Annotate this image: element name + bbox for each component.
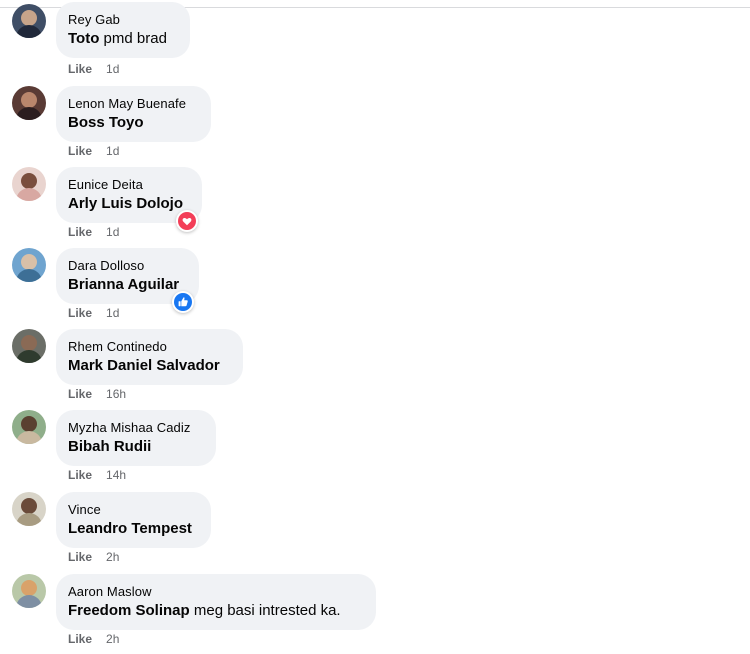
comment-author[interactable]: Aaron Maslow: [68, 584, 364, 600]
comment-item: Vince Leandro Tempest Like 2h: [10, 492, 730, 572]
comment-meta: Like 2h: [68, 631, 119, 647]
mention-link[interactable]: Brianna Aguilar: [68, 276, 179, 293]
comment-meta: Like 1d: [68, 224, 119, 240]
mention-link[interactable]: Mark Daniel Salvador: [68, 357, 220, 374]
comment-text: Brianna Aguilar: [68, 274, 187, 296]
like-button[interactable]: Like: [68, 550, 92, 564]
mention-link[interactable]: Boss Toyo: [68, 114, 144, 131]
comment-item: Dara Dolloso Brianna Aguilar Like 1d: [10, 248, 730, 328]
avatar[interactable]: [12, 574, 46, 608]
like-button[interactable]: Like: [68, 632, 92, 646]
like-reaction-icon[interactable]: [172, 291, 194, 313]
avatar[interactable]: [12, 410, 46, 444]
comment-time[interactable]: 16h: [106, 387, 126, 401]
comment-meta: Like 1d: [68, 143, 119, 159]
comment-bubble: Myzha Mishaa Cadiz Bibah Rudii: [56, 410, 216, 466]
avatar[interactable]: [12, 4, 46, 38]
comment-author[interactable]: Lenon May Buenafe: [68, 96, 199, 112]
like-button[interactable]: Like: [68, 468, 92, 482]
comment-author[interactable]: Dara Dolloso: [68, 258, 187, 274]
comment-body: pmd brad: [99, 30, 167, 47]
comment-meta: Like 1d: [68, 61, 119, 77]
avatar[interactable]: [12, 329, 46, 363]
mention-link[interactable]: Toto: [68, 30, 99, 47]
comment-time[interactable]: 1d: [106, 225, 119, 239]
like-button[interactable]: Like: [68, 306, 92, 320]
comment-item: Aaron Maslow Freedom Solinap meg basi in…: [10, 574, 730, 654]
comment-text: Freedom Solinap meg basi intrested ka.: [68, 600, 364, 622]
comment-meta: Like 1d: [68, 305, 119, 321]
comment-item: Myzha Mishaa Cadiz Bibah Rudii Like 14h: [10, 410, 730, 490]
comment-text: Boss Toyo: [68, 112, 199, 134]
comment-text: Mark Daniel Salvador: [68, 355, 231, 377]
mention-link[interactable]: Bibah Rudii: [68, 438, 151, 455]
comment-bubble: Lenon May Buenafe Boss Toyo: [56, 86, 211, 142]
comment-item: Rey Gab Toto pmd brad Like 1d: [10, 2, 730, 84]
like-button[interactable]: Like: [68, 62, 92, 76]
comment-meta: Like 2h: [68, 549, 119, 565]
comment-item: Lenon May Buenafe Boss Toyo Like 1d: [10, 86, 730, 166]
comment-text: Leandro Tempest: [68, 518, 199, 540]
comment-bubble: Rey Gab Toto pmd brad: [56, 2, 190, 58]
avatar[interactable]: [12, 167, 46, 201]
comment-bubble: Aaron Maslow Freedom Solinap meg basi in…: [56, 574, 376, 630]
comment-meta: Like 14h: [68, 467, 126, 483]
mention-link[interactable]: Freedom Solinap: [68, 602, 190, 619]
avatar[interactable]: [12, 492, 46, 526]
love-icon: [178, 212, 196, 230]
comment-bubble: Rhem Continedo Mark Daniel Salvador: [56, 329, 243, 385]
comment-item: Eunice Deita Arly Luis Dolojo Like 1d: [10, 167, 730, 247]
comment-time[interactable]: 2h: [106, 632, 119, 646]
comment-time[interactable]: 14h: [106, 468, 126, 482]
comment-meta: Like 16h: [68, 386, 126, 402]
comment-author[interactable]: Myzha Mishaa Cadiz: [68, 420, 204, 436]
avatar[interactable]: [12, 86, 46, 120]
comment-body: meg basi intrested ka.: [189, 602, 341, 619]
comment-author[interactable]: Rey Gab: [68, 12, 178, 28]
like-button[interactable]: Like: [68, 225, 92, 239]
love-reaction-icon[interactable]: [176, 210, 198, 232]
like-button[interactable]: Like: [68, 387, 92, 401]
like-icon: [174, 293, 192, 311]
comment-author[interactable]: Eunice Deita: [68, 177, 190, 193]
mention-link[interactable]: Arly Luis Dolojo: [68, 195, 183, 212]
mention-link[interactable]: Leandro Tempest: [68, 520, 192, 537]
avatar[interactable]: [12, 248, 46, 282]
comment-time[interactable]: 1d: [106, 62, 119, 76]
comment-author[interactable]: Rhem Continedo: [68, 339, 231, 355]
comment-time[interactable]: 1d: [106, 144, 119, 158]
comment-author[interactable]: Vince: [68, 502, 199, 518]
comment-time[interactable]: 1d: [106, 306, 119, 320]
comment-text: Arly Luis Dolojo: [68, 193, 190, 215]
comment-bubble: Vince Leandro Tempest: [56, 492, 211, 548]
comment-text: Toto pmd brad: [68, 28, 178, 50]
like-button[interactable]: Like: [68, 144, 92, 158]
comment-time[interactable]: 2h: [106, 550, 119, 564]
comment-text: Bibah Rudii: [68, 436, 204, 458]
comment-item: Rhem Continedo Mark Daniel Salvador Like…: [10, 329, 730, 409]
